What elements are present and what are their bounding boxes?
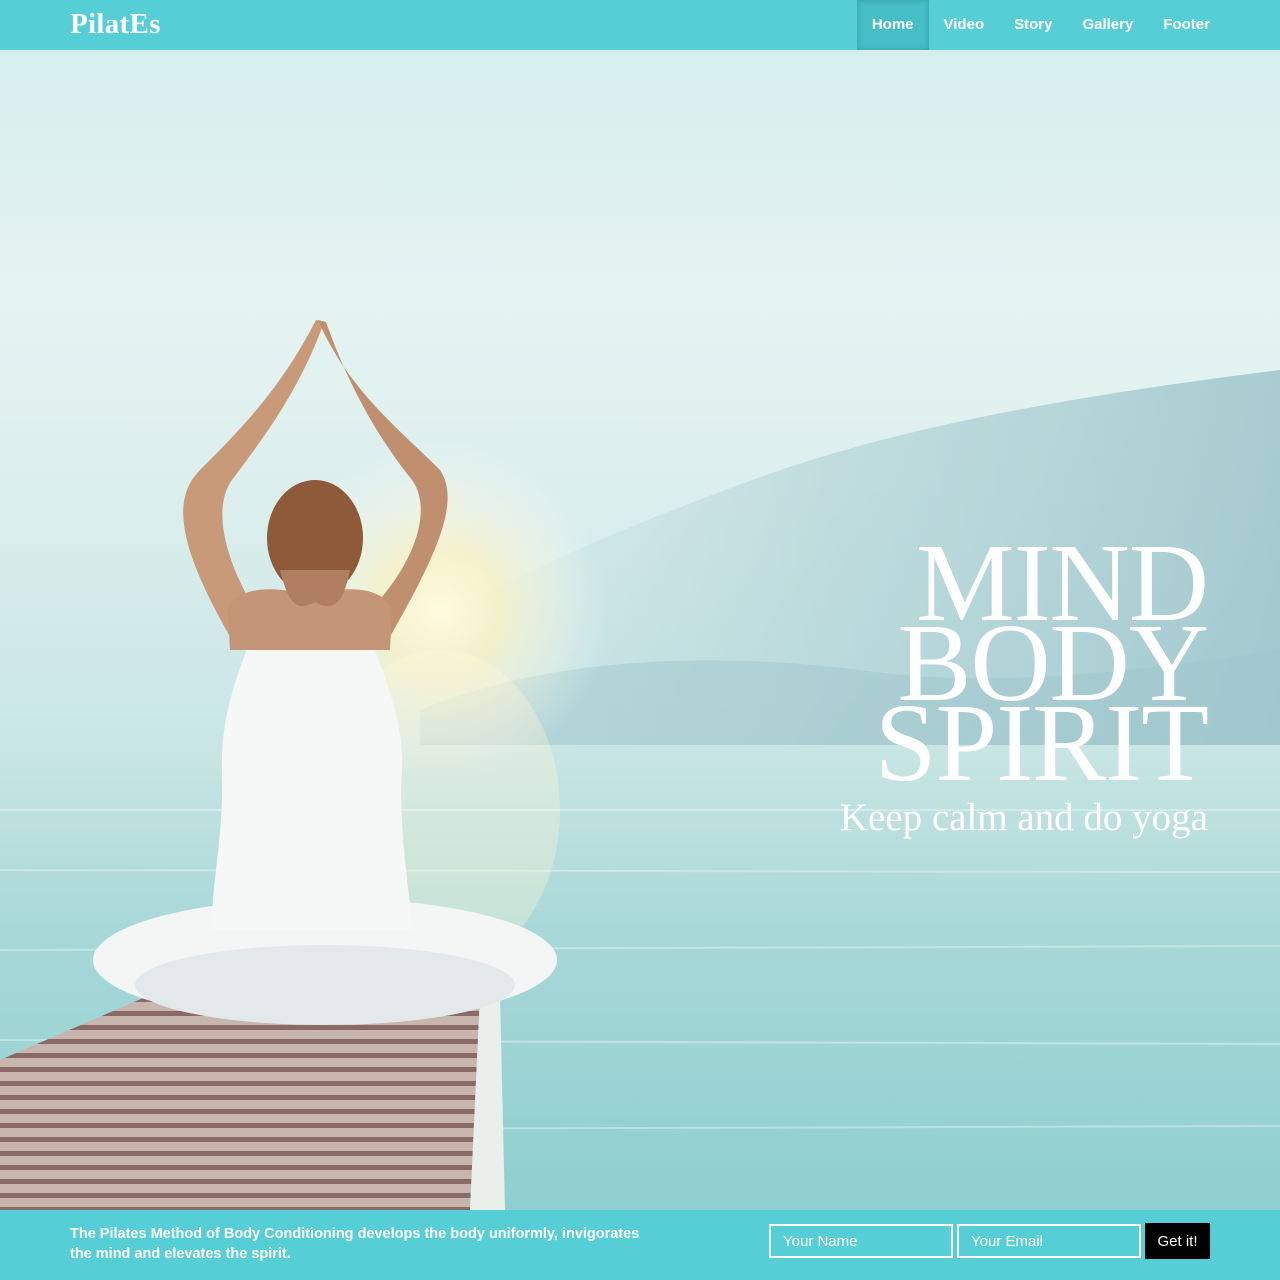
hero-headline: MIND BODY SPIRIT Keep calm and do yoga <box>839 528 1209 842</box>
nav-link-story[interactable]: Story <box>999 0 1067 50</box>
subscribe-bar: The Pilates Method of Body Conditioning … <box>0 1210 1280 1280</box>
hero-section: MIND BODY SPIRIT Keep calm and do yoga <box>0 50 1280 1210</box>
hero-tagline: Keep calm and do yoga <box>839 796 1208 839</box>
nav-link-gallery[interactable]: Gallery <box>1067 0 1148 50</box>
subscribe-form: Get it! <box>769 1223 1210 1259</box>
main-nav: Home Video Story Gallery Footer <box>856 0 1225 50</box>
nav-link-footer[interactable]: Footer <box>1148 0 1225 50</box>
top-navbar: PilatEs Home Video Story Gallery Footer <box>0 0 1280 50</box>
name-field[interactable] <box>769 1224 953 1258</box>
hero-line-spirit: SPIRIT <box>874 682 1209 805</box>
brand-logo[interactable]: PilatEs <box>70 8 161 41</box>
email-field[interactable] <box>957 1224 1141 1258</box>
footer-description: The Pilates Method of Body Conditioning … <box>70 1226 640 1262</box>
get-it-button[interactable]: Get it! <box>1145 1223 1210 1259</box>
nav-link-home[interactable]: Home <box>856 0 929 50</box>
nav-link-video[interactable]: Video <box>929 0 1000 50</box>
